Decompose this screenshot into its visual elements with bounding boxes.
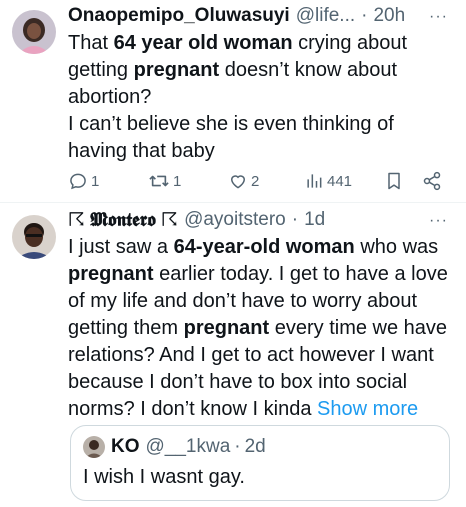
display-name[interactable]: Onaopemipo_Oluwasuyi <box>68 5 290 27</box>
text-segment: I just saw a <box>68 236 174 258</box>
quote-avatar <box>83 436 105 458</box>
bookmark-button[interactable] <box>384 170 404 192</box>
timestamp[interactable]: 1d <box>304 209 325 231</box>
quoted-tweet[interactable]: KO @__1kwa · 2d I wish I wasnt gay. <box>70 425 450 501</box>
reply-button[interactable]: 1 <box>68 170 99 192</box>
quote-display-name: KO <box>111 436 140 457</box>
user-handle[interactable]: @life... <box>296 5 355 27</box>
tweet-actions: 1 1 2 441 <box>68 170 448 192</box>
repost-button[interactable]: 1 <box>148 170 181 192</box>
timestamp[interactable]: 20h <box>373 5 405 27</box>
views-icon <box>304 171 324 191</box>
quote-handle: @__1kwa <box>145 436 231 457</box>
quote-header: KO @__1kwa · 2d <box>83 436 266 458</box>
more-options-icon[interactable]: ··· <box>429 8 448 26</box>
text-segment: That <box>68 32 114 54</box>
bold-text: pregnant <box>133 59 220 81</box>
bold-text: 64-year-old woman <box>173 236 355 258</box>
like-count: 2 <box>251 172 260 190</box>
separator-dot: · <box>234 436 241 457</box>
more-options-icon[interactable]: ··· <box>429 212 448 230</box>
repost-count: 1 <box>173 172 182 190</box>
quote-timestamp: 2d <box>244 436 266 457</box>
share-icon <box>422 171 442 191</box>
separator-dot: · <box>361 5 368 26</box>
tweet-header: ☈ 𝕸𝖔𝖓𝖙𝖊𝖗𝖔 ☈ @ayoitstero · 1d <box>68 207 458 233</box>
bold-text: pregnant <box>68 263 154 285</box>
views-button[interactable]: 441 <box>304 170 352 192</box>
share-button[interactable] <box>422 170 442 192</box>
text-segment: who was <box>354 236 439 258</box>
tweet-header: Onaopemipo_Oluwasuyi @life... · 20h <box>68 3 458 29</box>
tweet-text: That 64 year old woman crying about gett… <box>68 30 452 165</box>
reply-icon <box>68 171 88 191</box>
display-name[interactable]: ☈ 𝕸𝖔𝖓𝖙𝖊𝖗𝖔 ☈ <box>68 209 178 232</box>
avatar[interactable] <box>12 215 56 259</box>
bold-text: pregnant <box>183 317 270 339</box>
views-count: 441 <box>327 172 353 190</box>
repost-icon <box>148 171 170 191</box>
like-icon <box>228 171 248 191</box>
show-more-link[interactable]: Show more <box>317 398 418 420</box>
quote-text: I wish I wasnt gay. <box>83 466 245 488</box>
bookmark-icon <box>384 171 404 191</box>
user-handle[interactable]: @ayoitstero <box>184 209 286 231</box>
bold-text: 64 year old woman <box>113 32 293 54</box>
tweet-text: I just saw a 64-year-old woman who was p… <box>68 234 452 423</box>
separator-dot: · <box>291 209 299 230</box>
reply-count: 1 <box>91 172 100 190</box>
text-segment: I can’t believe she is even thinking of … <box>68 113 394 162</box>
like-button[interactable]: 2 <box>228 170 259 192</box>
avatar[interactable] <box>12 10 56 54</box>
